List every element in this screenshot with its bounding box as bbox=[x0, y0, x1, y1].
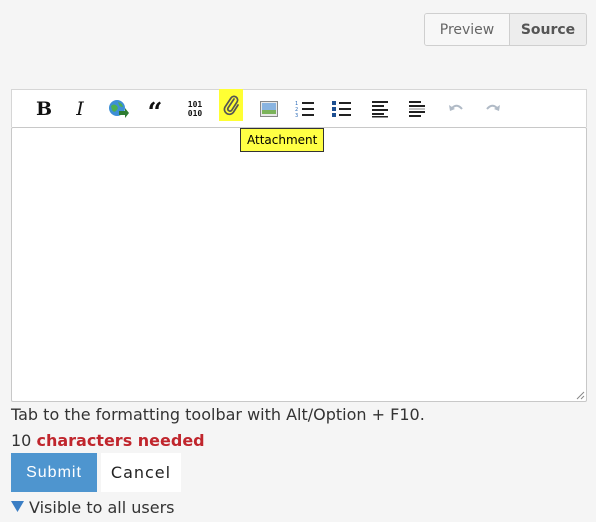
quote-icon: “ bbox=[147, 98, 163, 128]
message-editor[interactable] bbox=[11, 127, 587, 402]
bulleted-list-icon bbox=[332, 101, 351, 117]
bold-icon: B bbox=[35, 98, 53, 120]
horizontal-rule-icon bbox=[409, 101, 425, 117]
triangle-down-icon bbox=[11, 501, 24, 512]
counter-count: 10 bbox=[11, 431, 32, 450]
link-button[interactable] bbox=[106, 97, 130, 121]
italic-icon: I bbox=[76, 98, 84, 120]
submit-button[interactable]: Submit bbox=[11, 453, 97, 492]
svg-text:3: 3 bbox=[295, 113, 298, 118]
italic-button[interactable]: I bbox=[68, 97, 92, 121]
toolbar-hint: Tab to the formatting toolbar with Alt/O… bbox=[11, 405, 425, 424]
numbered-list-icon: 1 2 3 bbox=[295, 101, 314, 118]
formatting-toolbar: B I “ 101 010 1 2 3 bbox=[11, 89, 587, 127]
cancel-button[interactable]: Cancel bbox=[101, 453, 181, 492]
align-left-icon bbox=[372, 101, 388, 118]
paperclip-icon bbox=[223, 95, 239, 116]
horizontal-rule-button[interactable] bbox=[405, 97, 429, 121]
code-icon: 101 010 bbox=[188, 100, 202, 118]
counter-message: characters needed bbox=[36, 431, 205, 450]
visibility-label: Visible to all users bbox=[29, 497, 175, 517]
attachment-button[interactable] bbox=[219, 89, 243, 121]
redo-button[interactable] bbox=[481, 97, 505, 121]
image-icon bbox=[260, 101, 278, 117]
align-button[interactable] bbox=[368, 97, 392, 121]
bold-button[interactable]: B bbox=[32, 97, 56, 121]
attachment-tooltip: Attachment bbox=[240, 128, 325, 152]
code-icon-line: 101 bbox=[187, 100, 203, 109]
view-toggle: Preview Source bbox=[424, 13, 587, 46]
code-icon-line: 010 bbox=[187, 109, 203, 118]
resize-handle-icon[interactable] bbox=[575, 390, 585, 400]
post-editor: Preview Source B I “ 101 010 1 2 3 Attac… bbox=[0, 0, 596, 522]
character-counter: 10 characters needed bbox=[11, 431, 205, 450]
preview-tab[interactable]: Preview bbox=[425, 14, 509, 45]
blockquote-button[interactable]: “ bbox=[143, 97, 167, 126]
undo-icon bbox=[449, 104, 463, 111]
redo-icon bbox=[486, 104, 500, 111]
undo-button[interactable] bbox=[444, 97, 468, 121]
numbered-list-button[interactable]: 1 2 3 bbox=[293, 97, 317, 121]
visibility-toggle[interactable]: Visible to all users bbox=[11, 496, 175, 518]
bulleted-list-button[interactable] bbox=[330, 97, 354, 121]
globe-link-icon bbox=[109, 100, 129, 118]
image-button[interactable] bbox=[257, 97, 281, 121]
source-tab[interactable]: Source bbox=[509, 14, 586, 45]
code-button[interactable]: 101 010 bbox=[182, 97, 208, 121]
